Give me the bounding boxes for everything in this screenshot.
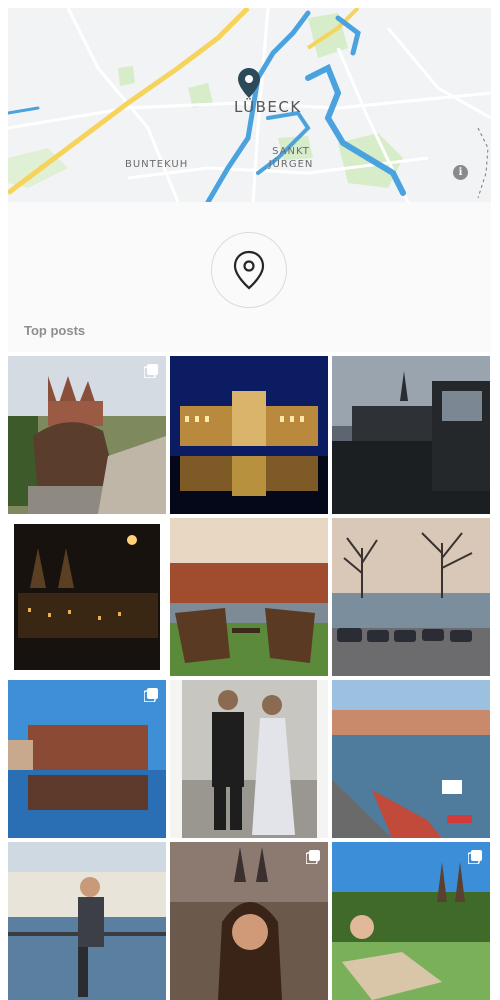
post-image [8, 842, 166, 1000]
post-thumbnail[interactable] [8, 842, 166, 1000]
post-image [332, 356, 490, 514]
post-image [170, 518, 328, 676]
post-thumbnail[interactable] [8, 680, 166, 838]
section-title: Top posts [24, 323, 86, 338]
post-image [332, 680, 490, 838]
map-district-line: SANKT [272, 146, 310, 157]
post-thumbnail[interactable] [170, 842, 328, 1000]
location-page: LÜBECK BUNTEKUH SANKT JÜRGEN i Top posts [0, 0, 500, 1000]
post-image [8, 680, 166, 838]
map-district-line: JÜRGEN [268, 159, 314, 170]
post-thumbnail[interactable] [8, 518, 166, 676]
post-image [8, 356, 166, 514]
multiple-photos-icon [144, 688, 158, 702]
post-thumbnail[interactable] [332, 356, 490, 514]
post-thumbnail[interactable] [170, 356, 328, 514]
location-pin-icon [233, 250, 265, 290]
multiple-photos-icon [468, 850, 482, 864]
post-thumbnail[interactable] [170, 518, 328, 676]
post-thumbnail[interactable] [170, 680, 328, 838]
post-image [170, 356, 328, 514]
post-image [332, 518, 490, 676]
map-info-icon[interactable]: i [453, 165, 468, 180]
location-avatar [211, 232, 287, 308]
post-image [170, 842, 328, 1000]
post-thumbnail[interactable] [8, 356, 166, 514]
post-image [8, 518, 166, 676]
location-header: Top posts [8, 202, 491, 352]
map-marker-icon [238, 68, 260, 98]
post-thumbnail[interactable] [332, 518, 490, 676]
location-map[interactable]: LÜBECK BUNTEKUH SANKT JÜRGEN i [8, 8, 491, 202]
post-image [170, 680, 328, 838]
map-district-label: BUNTEKUH [125, 159, 189, 170]
map-district-label: SANKT JÜRGEN [266, 145, 316, 171]
post-thumbnail[interactable] [332, 680, 490, 838]
multiple-photos-icon [306, 850, 320, 864]
map-city-label: LÜBECK [234, 98, 302, 116]
post-image [332, 842, 490, 1000]
post-thumbnail[interactable] [332, 842, 490, 1000]
multiple-photos-icon [144, 364, 158, 378]
